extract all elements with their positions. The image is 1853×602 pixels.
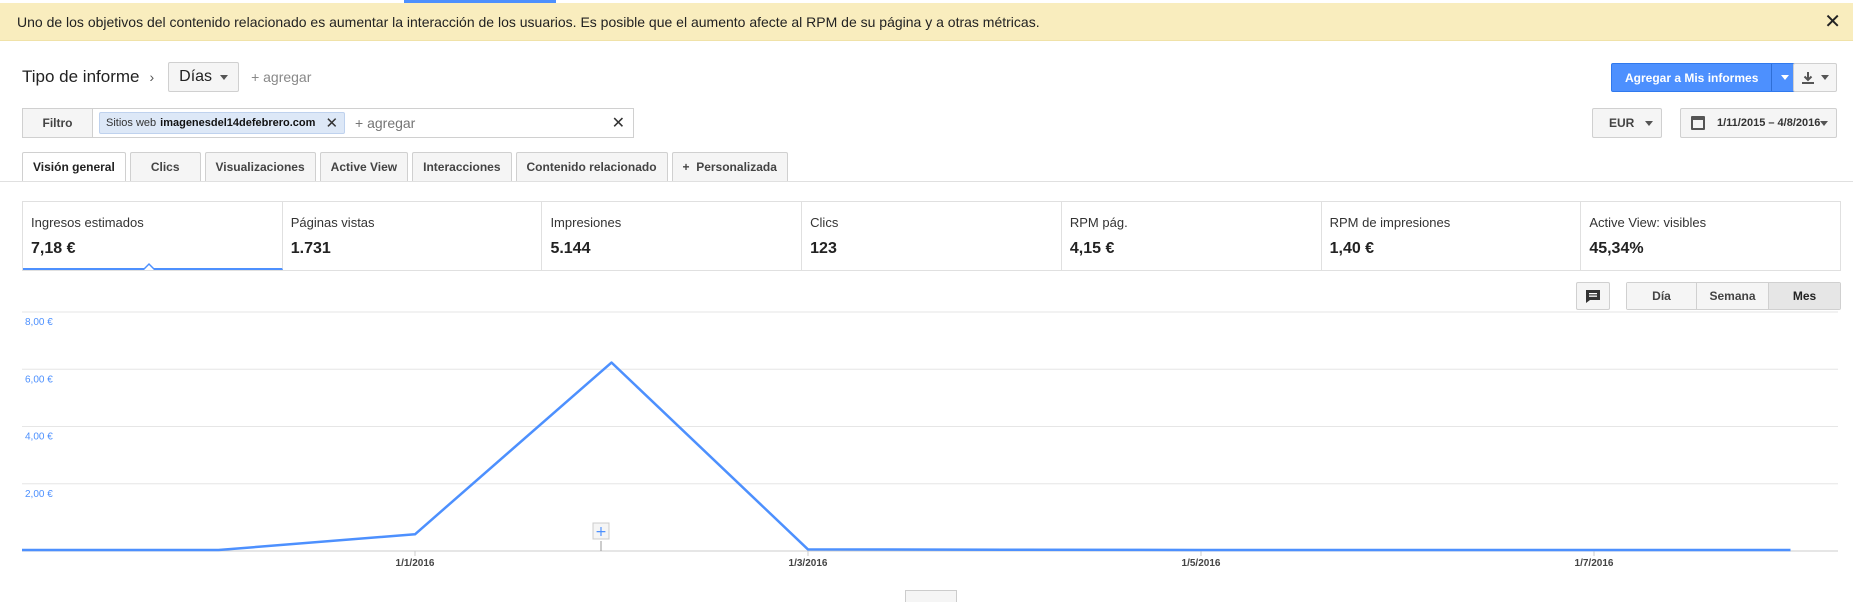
metrics-scorecard: Ingresos estimados 7,18 € Páginas vistas…: [22, 201, 1841, 271]
metric-rpm-impresiones[interactable]: RPM de impresiones 1,40 €: [1322, 202, 1582, 270]
tab-visualizaciones[interactable]: Visualizaciones: [204, 152, 316, 182]
chevron-down-icon: [1780, 75, 1789, 80]
metric-label: Impresiones: [550, 215, 622, 230]
clear-filters-icon[interactable]: ✕: [612, 113, 625, 133]
filter-chip-value: imagenesdel14defebrero.com: [160, 117, 316, 129]
metric-value: 123: [810, 240, 837, 257]
metric-label: RPM de impresiones: [1329, 215, 1451, 230]
selected-pointer-icon: [143, 262, 155, 270]
dimension-dropdown[interactable]: Días: [168, 62, 240, 92]
date-range-value: 1/11/2015 – 4/8/2016: [1717, 117, 1821, 129]
metric-value: 45,34%: [1589, 240, 1644, 257]
metric-clics[interactable]: Clics 123: [802, 202, 1062, 270]
add-annotation-marker[interactable]: +: [592, 522, 610, 551]
banner-text: Uno de los objetivos del contenido relac…: [17, 14, 1040, 30]
x-tick-label: 1/1/2016: [396, 558, 435, 569]
date-range-picker[interactable]: 1/11/2015 – 4/8/2016: [1680, 108, 1837, 138]
add-to-my-reports-label: Agregar a Mis informes: [1625, 70, 1759, 85]
remove-filter-icon[interactable]: ✕: [325, 114, 338, 132]
metric-value: 7,18 €: [31, 240, 76, 257]
add-to-my-reports-button[interactable]: Agregar a Mis informes: [1611, 63, 1799, 92]
tab-active-view[interactable]: Active View: [319, 152, 409, 182]
series-line: [22, 361, 1791, 552]
plus-icon: +: [595, 524, 607, 540]
metric-impresiones[interactable]: Impresiones 5.144: [542, 202, 803, 270]
revenue-chart: 8,00 € 6,00 € 4,00 € 2,00 € 1/1/2016 1/3/201…: [22, 311, 1838, 569]
metric-paginas-vistas[interactable]: Páginas vistas 1.731: [283, 202, 543, 270]
y-tick-label: 6,00 €: [25, 374, 53, 385]
add-dimension-link[interactable]: + agregar: [251, 69, 311, 85]
metric-label: Ingresos estimados: [31, 215, 144, 230]
x-tick-label: 1/3/2016: [789, 558, 828, 569]
chevron-right-icon: ›: [149, 69, 155, 85]
filter-input[interactable]: [355, 115, 606, 131]
filter-bar: Filtro Sitios web imagenesdel14defebrero…: [22, 108, 634, 138]
period-dia-button[interactable]: Día: [1627, 283, 1697, 309]
resize-handle[interactable]: [905, 590, 957, 602]
filter-chip-prefix: Sitios web: [106, 117, 157, 129]
tabs-divider: [0, 181, 1853, 182]
metric-label: RPM pág.: [1069, 215, 1128, 230]
y-axis-labels: 8,00 € 6,00 € 4,00 € 2,00 €: [25, 317, 53, 500]
x-tick-label: 1/5/2016: [1182, 558, 1221, 569]
info-banner: Uno de los objetivos del contenido relac…: [0, 3, 1853, 41]
tab-interacciones[interactable]: Interacciones: [412, 152, 512, 182]
metric-label: Active View: visibles: [1589, 215, 1707, 230]
tab-personalizada[interactable]: + Personalizada: [671, 152, 788, 182]
chevron-down-icon: [1821, 75, 1829, 80]
y-tick-label: 2,00 €: [25, 489, 53, 500]
report-type-label: Tipo de informe: [22, 67, 140, 86]
metric-active-view-visibles[interactable]: Active View: visibles 45,34%: [1581, 202, 1840, 270]
metric-value: 5.144: [550, 240, 591, 257]
tab-clics[interactable]: Clics: [129, 152, 201, 182]
download-button[interactable]: [1793, 63, 1837, 92]
currency-value: EUR: [1609, 116, 1635, 130]
metric-label: Páginas vistas: [290, 215, 375, 230]
y-tick-label: 8,00 €: [25, 317, 53, 328]
calendar-icon: [1691, 116, 1705, 130]
tab-vision-general[interactable]: Visión general: [22, 152, 126, 182]
x-axis-labels: 1/1/2016 1/3/2016 1/5/2016 1/7/2016: [396, 551, 1614, 569]
chevron-down-icon: [1820, 121, 1828, 126]
metric-value: 1.731: [290, 240, 331, 257]
chevron-down-icon: [1645, 121, 1653, 126]
dimension-value: Días: [179, 68, 213, 85]
currency-dropdown[interactable]: EUR: [1592, 108, 1662, 138]
report-tabs: Visión general Clics Visualizaciones Act…: [22, 152, 788, 182]
metric-ingresos-estimados[interactable]: Ingresos estimados 7,18 €: [23, 202, 283, 270]
metric-label: Clics: [810, 215, 839, 230]
period-mes-button[interactable]: Mes: [1769, 283, 1840, 309]
period-semana-button[interactable]: Semana: [1697, 283, 1769, 309]
filter-chip[interactable]: Sitios web imagenesdel14defebrero.com ✕: [99, 112, 346, 134]
metric-value: 1,40 €: [1329, 240, 1375, 257]
chart-grid: [22, 311, 1838, 552]
tab-contenido-relacionado[interactable]: Contenido relacionado: [515, 152, 668, 182]
report-type-row: Tipo de informe › Días + agregar: [22, 61, 311, 93]
download-icon: [1802, 71, 1814, 84]
filter-button[interactable]: Filtro: [23, 109, 93, 137]
y-tick-label: 4,00 €: [25, 432, 53, 443]
x-tick-label: 1/7/2016: [1575, 558, 1614, 569]
metric-rpm-pag[interactable]: RPM pág. 4,15 €: [1062, 202, 1322, 270]
chevron-down-icon: [220, 74, 229, 80]
comment-icon: [1586, 289, 1600, 303]
annotations-button[interactable]: [1576, 282, 1610, 310]
close-icon[interactable]: ✕: [1824, 3, 1841, 41]
metric-value: 4,15 €: [1069, 240, 1115, 257]
period-toggle: Día Semana Mes: [1626, 282, 1841, 310]
